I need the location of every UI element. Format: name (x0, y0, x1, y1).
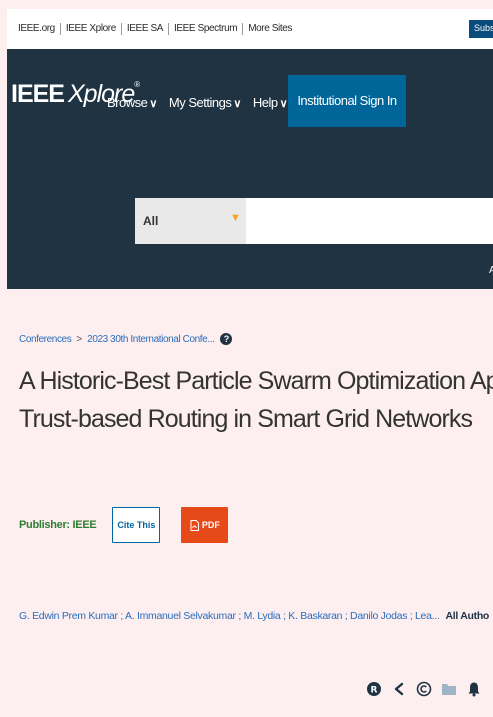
share-icon[interactable] (391, 681, 407, 697)
meta-links: IEEE.org IEEE Xplore IEEE SA IEEE Spectr… (7, 23, 297, 35)
article-actions: R (366, 681, 491, 697)
meta-link-ieee-org[interactable]: IEEE.org (13, 23, 61, 35)
rights-icon[interactable]: R (366, 681, 382, 697)
site-header: IEEE Xplore® Browse ∨ My Settings ∨ Help ∨ I… (7, 49, 493, 289)
pdf-button-label: PDF (201, 520, 220, 530)
breadcrumb-separator: > (76, 333, 83, 345)
copyright-icon[interactable] (416, 681, 432, 697)
author-list: G. Edwin Prem Kumar ; A. Immanuel Selvak… (19, 610, 489, 622)
search-scope-value: All (143, 214, 159, 228)
chevron-down-icon: ∨ (279, 98, 288, 110)
article-title-line1: A Historic-Best Particle Swarm Optimizat… (19, 367, 493, 395)
all-authors-link[interactable]: All Autho (445, 610, 489, 622)
article-title-line2: Trust-based Routing in Smart Grid Networ… (19, 405, 473, 433)
nav-help[interactable]: Help ∨ (252, 95, 288, 110)
search-bar: All ▼ (135, 198, 493, 244)
subscribe-button[interactable]: Subs (469, 20, 493, 38)
breadcrumb-conference[interactable]: 2023 30th International Confe... (87, 334, 215, 345)
nav-my-settings-label: My Settings (168, 95, 232, 110)
main-nav: Browse ∨ My Settings ∨ Help ∨ (107, 95, 299, 110)
cite-this-button[interactable]: Cite This (112, 507, 161, 543)
authors-text[interactable]: G. Edwin Prem Kumar ; A. Immanuel Selvak… (19, 610, 440, 622)
svg-text:R: R (371, 686, 378, 696)
breadcrumb: Conferences > 2023 30th International Co… (19, 333, 233, 345)
logo-main: IEEE (11, 80, 65, 108)
publisher-label: Publisher: IEEE (19, 519, 97, 531)
caret-down-icon: ▼ (230, 212, 241, 224)
breadcrumb-conferences[interactable]: Conferences (19, 334, 72, 345)
meta-bar: IEEE.org IEEE Xplore IEEE SA IEEE Spectr… (7, 9, 493, 49)
meta-link-ieee-spectrum[interactable]: IEEE Spectrum (169, 23, 244, 35)
nav-browse-label: Browse (107, 95, 148, 110)
logo-mark: ® (134, 80, 140, 89)
page: IEEE.org IEEE Xplore IEEE SA IEEE Spectr… (0, 0, 493, 717)
meta-link-ieee-sa[interactable]: IEEE SA (122, 23, 170, 35)
institutional-sign-in-button[interactable]: Institutional Sign In (288, 75, 406, 127)
meta-link-more-sites[interactable]: More Sites (243, 23, 297, 35)
meta-link-ieee-xplore[interactable]: IEEE Xplore (61, 23, 122, 35)
search-scope-select[interactable]: All ▼ (135, 198, 246, 244)
pdf-icon (190, 519, 199, 531)
publisher-row: Publisher: IEEE Cite This PDF (19, 507, 229, 543)
advanced-search-link[interactable]: A (489, 265, 493, 276)
pdf-button[interactable]: PDF (181, 507, 229, 543)
help-icon[interactable]: ? (220, 333, 233, 345)
nav-my-settings[interactable]: My Settings ∨ (169, 95, 241, 110)
folder-icon[interactable] (441, 681, 457, 697)
nav-help-label: Help (252, 95, 278, 110)
article-title: A Historic-Best Particle Swarm Optimizat… (19, 362, 493, 438)
search-input[interactable] (246, 198, 493, 244)
nav-browse[interactable]: Browse ∨ (107, 95, 157, 110)
alert-icon[interactable] (466, 681, 482, 697)
chevron-down-icon: ∨ (233, 98, 241, 110)
chevron-down-icon: ∨ (149, 98, 157, 110)
